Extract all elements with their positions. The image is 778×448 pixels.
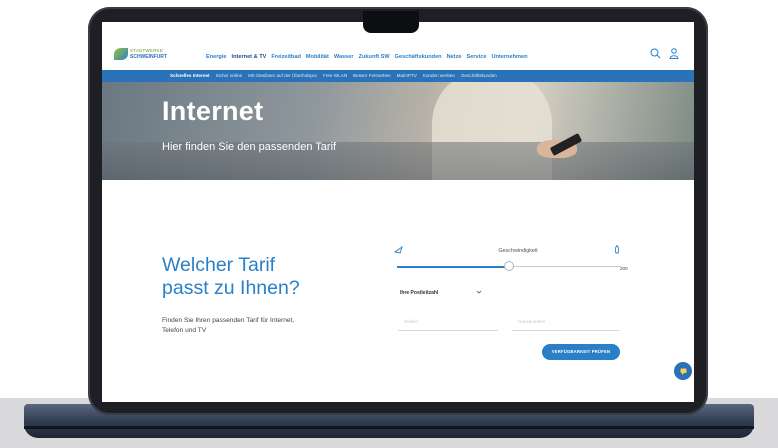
speed-track-fill: [397, 266, 509, 268]
brand-logo[interactable]: STADTWERKE SCHWEINFURT: [114, 48, 167, 64]
speed-max-label: 200: [620, 266, 628, 271]
speed-slider-handle[interactable]: [504, 261, 514, 271]
street-field[interactable]: Straße: [398, 313, 498, 331]
subnav-item-geschaeftskunden[interactable]: Geschäftskunden: [461, 73, 497, 78]
subnav-item-besser-fernsehen[interactable]: Besser Fernsehen: [353, 73, 391, 78]
hero-subtitle: Hier finden Sie den passenden Tarif: [162, 141, 337, 153]
check-availability-button[interactable]: VERFÜGBARKEIT PRÜFEN: [542, 344, 620, 360]
chat-icon: [680, 368, 686, 375]
rocket-icon: [614, 245, 620, 254]
logo-swoosh-icon: [114, 48, 128, 60]
postcode-select[interactable]: Ihre Postleitzahl: [394, 286, 490, 300]
house-number-placeholder: Hausnummer: [518, 319, 546, 324]
nav-item-netze[interactable]: Netze: [447, 54, 462, 60]
main-nav: Energie Internet & TV Freizeitbad Mobili…: [206, 54, 533, 60]
logo-line2: SCHWEINFURT: [130, 54, 167, 60]
postcode-select-value: Ihre Postleitzahl: [400, 290, 439, 296]
chat-button[interactable]: [674, 362, 692, 380]
subnav-item-free-wlan[interactable]: Free WLAN: [323, 73, 347, 78]
speed-slider: Geschwindigkeit 200: [394, 244, 634, 274]
nav-item-mobilitaet[interactable]: Mobilität: [306, 54, 329, 60]
subnav-item-sicher-online[interactable]: Sicher online: [216, 73, 243, 78]
finder-description: Finden Sie Ihren passenden Tarif für Int…: [162, 317, 295, 334]
logo-line1: STADTWERKE: [130, 48, 163, 53]
subnav-item-glasfaser[interactable]: Mit Glasfaser auf der Überholspur: [248, 73, 317, 78]
nav-item-geschaeftskunden[interactable]: Geschäftskunden: [395, 54, 442, 60]
subnav-item-mainiptv[interactable]: MainIPTV: [397, 73, 417, 78]
hero-title: Internet: [162, 96, 264, 126]
nav-item-energie[interactable]: Energie: [206, 54, 227, 60]
finder-heading-line1: Welcher Tarif: [162, 254, 276, 276]
nav-item-zukunft-sw[interactable]: Zukunft SW: [359, 54, 390, 60]
search-icon[interactable]: [650, 48, 661, 59]
street-placeholder: Straße: [404, 319, 418, 324]
nav-item-freizeitbad[interactable]: Freizeitbad: [271, 54, 301, 60]
user-icon[interactable]: [669, 48, 679, 59]
subnav-item-schnelles-internet[interactable]: Schnelles Internet: [170, 73, 210, 78]
finder-heading-line2: passt zu Ihnen?: [162, 277, 300, 299]
camera-notch: [363, 11, 419, 33]
subnav-item-kunden-werben[interactable]: Kunden werben: [423, 73, 455, 78]
chevron-down-icon: [476, 290, 482, 294]
sub-nav: Schnelles Internet Sicher online Mit Gla…: [102, 70, 694, 82]
speed-track[interactable]: [509, 266, 621, 267]
nav-item-unternehmen[interactable]: Unternehmen: [491, 54, 527, 60]
house-number-field[interactable]: Hausnummer: [512, 313, 620, 331]
nav-item-internet-tv[interactable]: Internet & TV: [232, 54, 267, 60]
finder-heading: Welcher Tarif passt zu Ihnen?: [162, 254, 352, 300]
speed-label: Geschwindigkeit: [498, 248, 538, 254]
snail-icon: [394, 246, 403, 254]
nav-item-service[interactable]: Service: [467, 54, 487, 60]
nav-item-wasser[interactable]: Wasser: [334, 54, 354, 60]
